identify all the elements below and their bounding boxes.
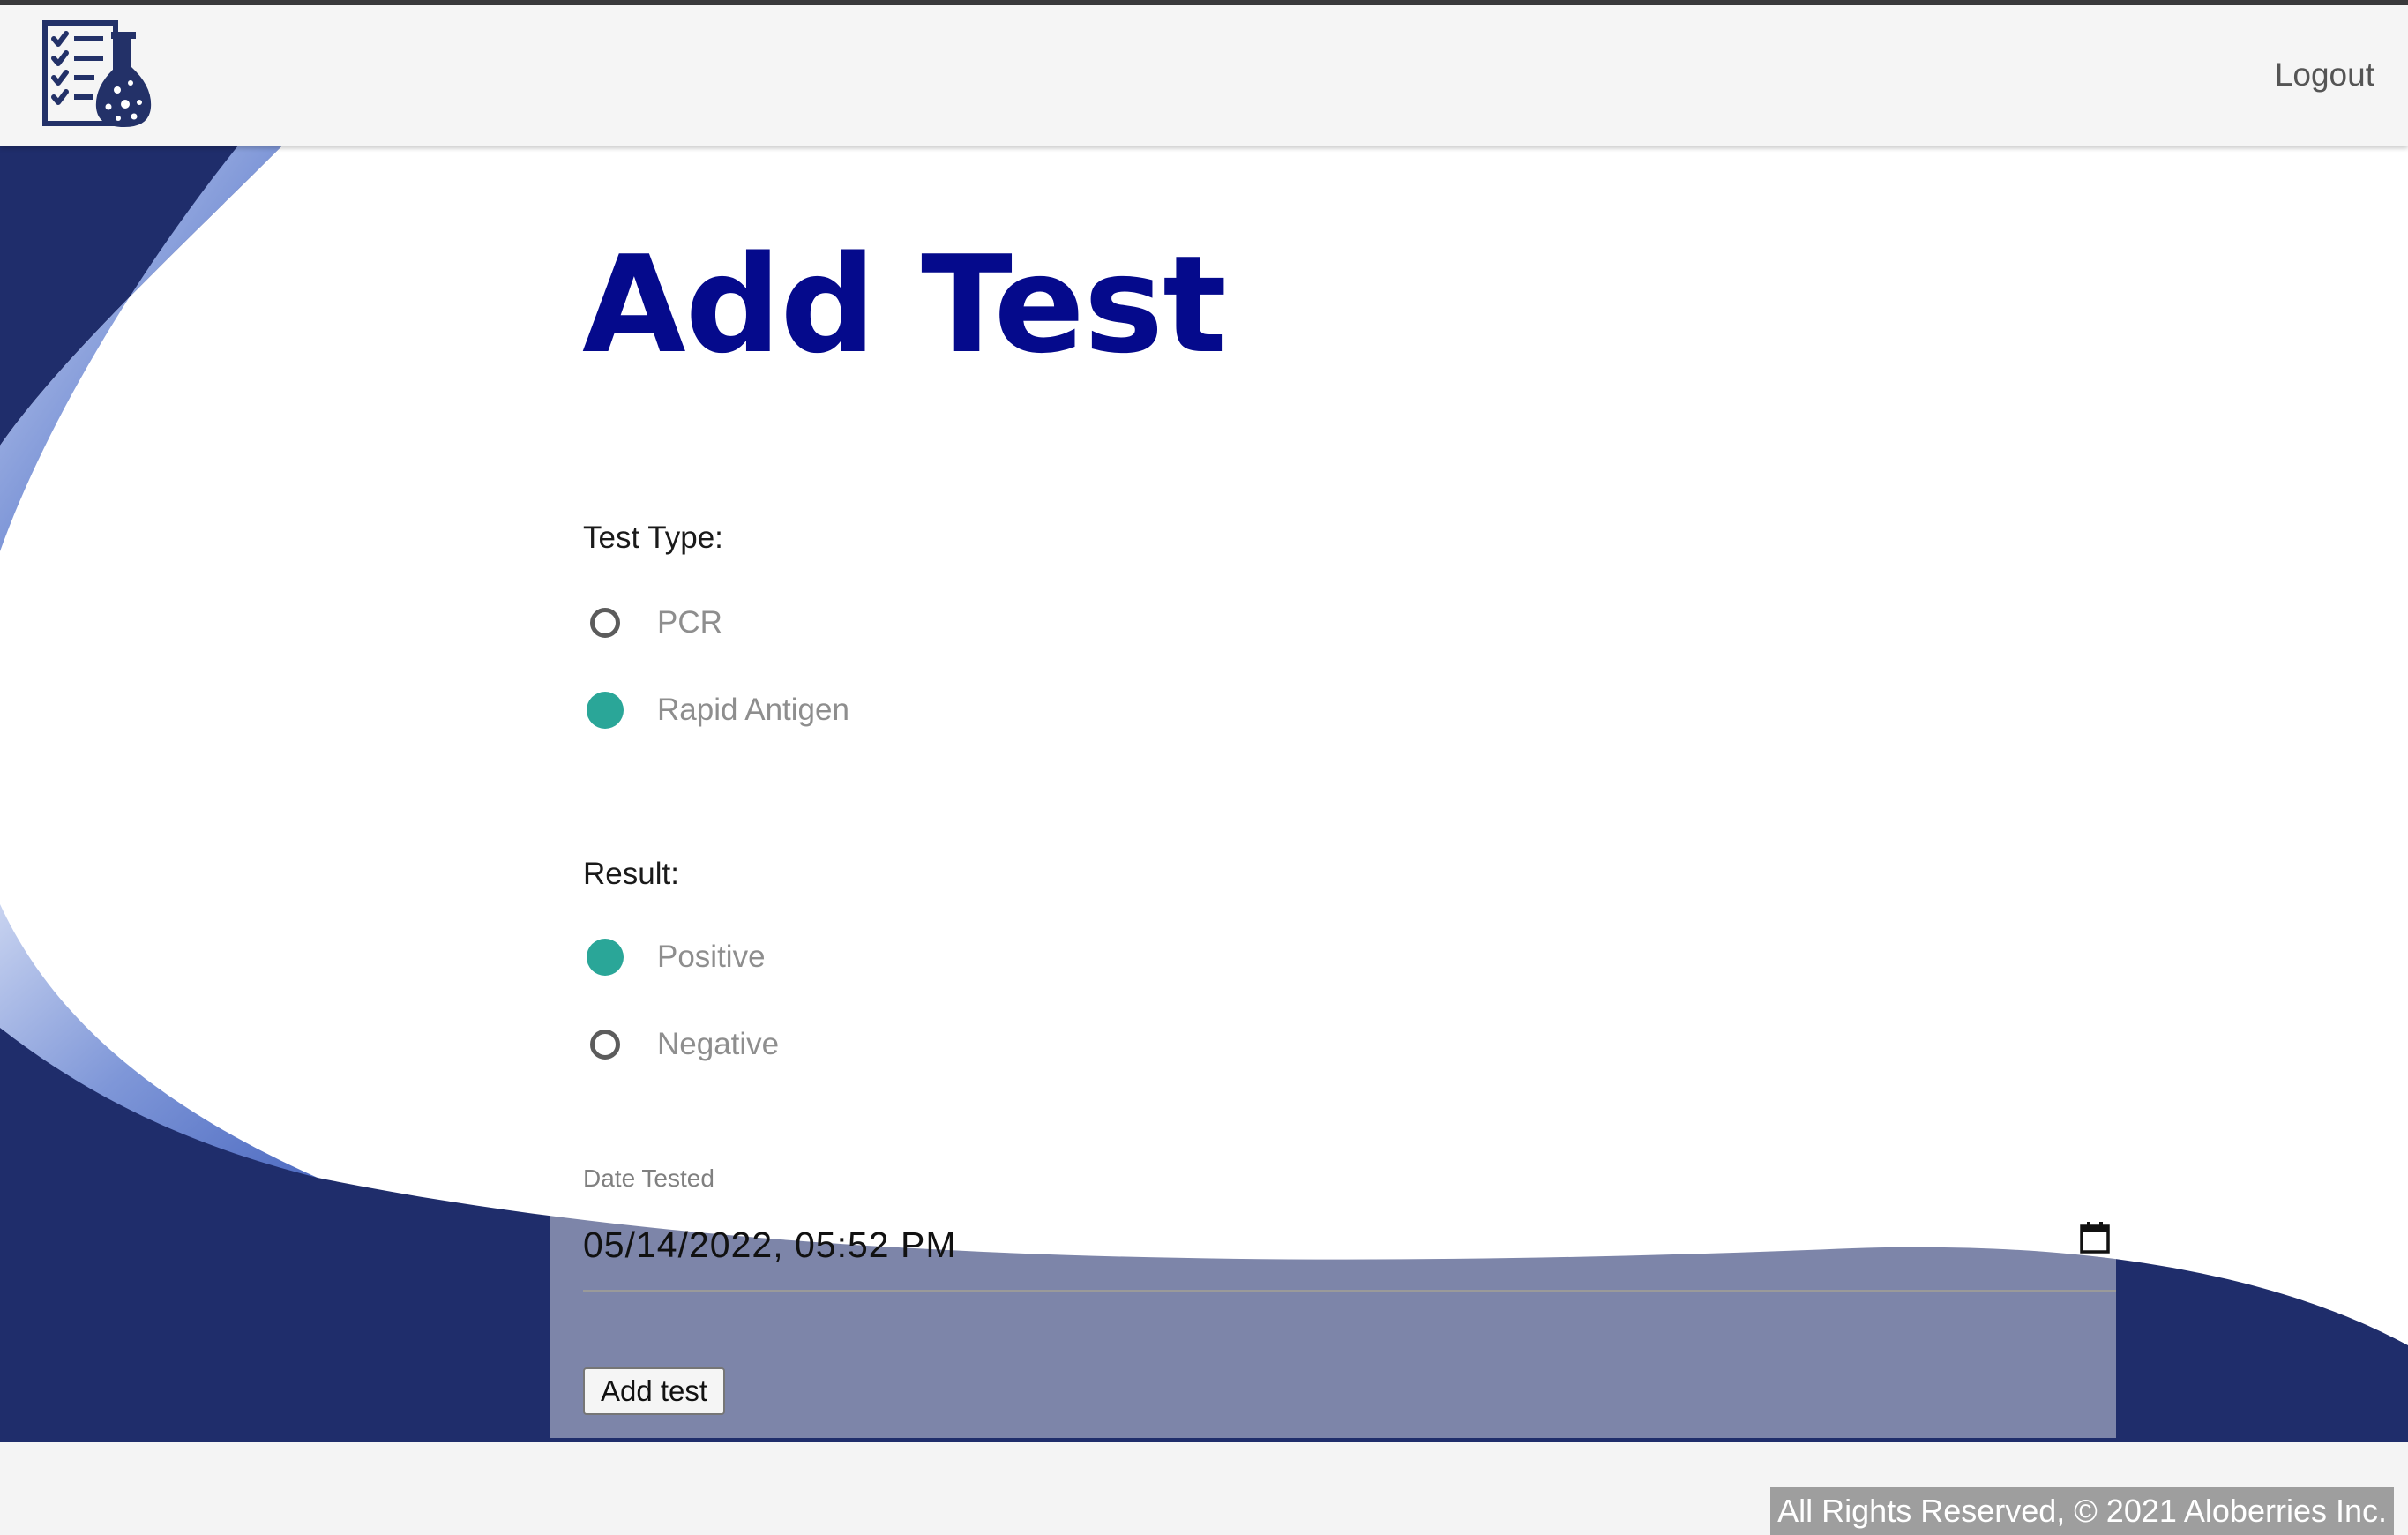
- radio-button-unchecked[interactable]: [590, 1030, 620, 1060]
- page-title: Add Test: [582, 227, 1227, 383]
- logout-link[interactable]: Logout: [2275, 56, 2374, 94]
- radio-label: Positive: [657, 940, 766, 974]
- checklist-flask-icon[interactable]: [41, 18, 156, 132]
- radio-button-unchecked[interactable]: [590, 608, 620, 638]
- date-tested-input[interactable]: 05/14/2022, 05:52 PM: [583, 1217, 2116, 1292]
- copyright-text: All Rights Reserved, © 2021 Aloberries I…: [1770, 1487, 2394, 1535]
- radio-option-rapid-antigen[interactable]: Rapid Antigen: [587, 684, 1119, 737]
- radio-option-positive[interactable]: Positive: [587, 931, 1119, 984]
- radio-button-checked[interactable]: [587, 939, 624, 976]
- radio-button-checked[interactable]: [587, 692, 624, 729]
- app-header: Logout: [0, 5, 2408, 146]
- calendar-icon[interactable]: [2079, 1221, 2111, 1254]
- page-footer: All Rights Reserved, © 2021 Aloberries I…: [0, 1442, 2408, 1535]
- date-tested-value[interactable]: 05/14/2022, 05:52 PM: [583, 1224, 956, 1266]
- radio-label: Negative: [657, 1027, 780, 1061]
- radio-option-pcr[interactable]: PCR: [590, 596, 1119, 649]
- radio-option-negative[interactable]: Negative: [590, 1018, 1119, 1071]
- result-label: Result:: [583, 857, 679, 891]
- radio-label: Rapid Antigen: [657, 693, 849, 727]
- radio-label: PCR: [657, 605, 722, 640]
- add-test-form: Add Test Test Type: PCR Rapid Antigen Re…: [550, 146, 2116, 1438]
- test-type-label: Test Type:: [583, 520, 723, 555]
- add-test-button[interactable]: Add test: [583, 1367, 726, 1415]
- date-tested-label: Date Tested: [583, 1164, 714, 1192]
